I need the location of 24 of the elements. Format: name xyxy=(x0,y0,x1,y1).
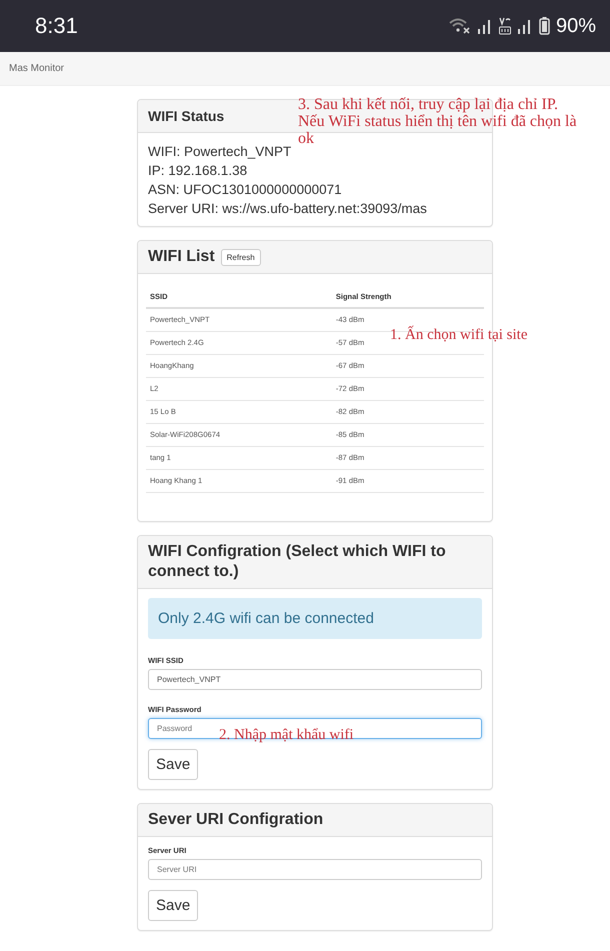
status-line: WIFI: Powertech_VNPT xyxy=(148,143,292,161)
volte-icon xyxy=(498,17,511,35)
battery-icon xyxy=(538,17,550,35)
input-field[interactable]: Server URI xyxy=(148,859,482,880)
info-alert: Only 2.4G wifi can be connected xyxy=(148,598,482,639)
card-title: Sever URI Configration xyxy=(148,810,324,830)
card-title: WIFI Configration (Select which WIFI to connect to.) xyxy=(148,542,447,582)
card-title: WIFI Status xyxy=(148,107,224,126)
save-button[interactable]: Save xyxy=(148,749,198,780)
save-button[interactable]: Save xyxy=(148,890,198,921)
signal-icon xyxy=(476,18,493,34)
status-line: IP: 192.168.1.38 xyxy=(148,162,248,180)
clock-time: 8:31 xyxy=(35,13,78,39)
input-field[interactable]: Powertech_VNPT xyxy=(148,669,482,690)
status-line: ASN: UFOC1301000000000071 xyxy=(148,181,343,199)
annotation-text: 1. Ấn chọn wifi tại site xyxy=(390,327,528,343)
signal-icon xyxy=(516,18,533,34)
annotation-text: 3. Sau khi kết nối, truy cập lại địa chỉ IP. Nếu WiFi status hiển thị tên wifi đã chọn là ok xyxy=(298,96,578,147)
app-title: Mas Monitor xyxy=(9,63,64,74)
refresh-button[interactable]: Refresh xyxy=(220,248,261,266)
wifi-off-icon xyxy=(448,18,471,34)
battery-percent: 90% xyxy=(556,14,596,38)
status-line: Server URI: ws://ws.ufo-battery.net:39093/mas xyxy=(148,200,428,218)
card-title: WIFI List xyxy=(148,247,215,267)
